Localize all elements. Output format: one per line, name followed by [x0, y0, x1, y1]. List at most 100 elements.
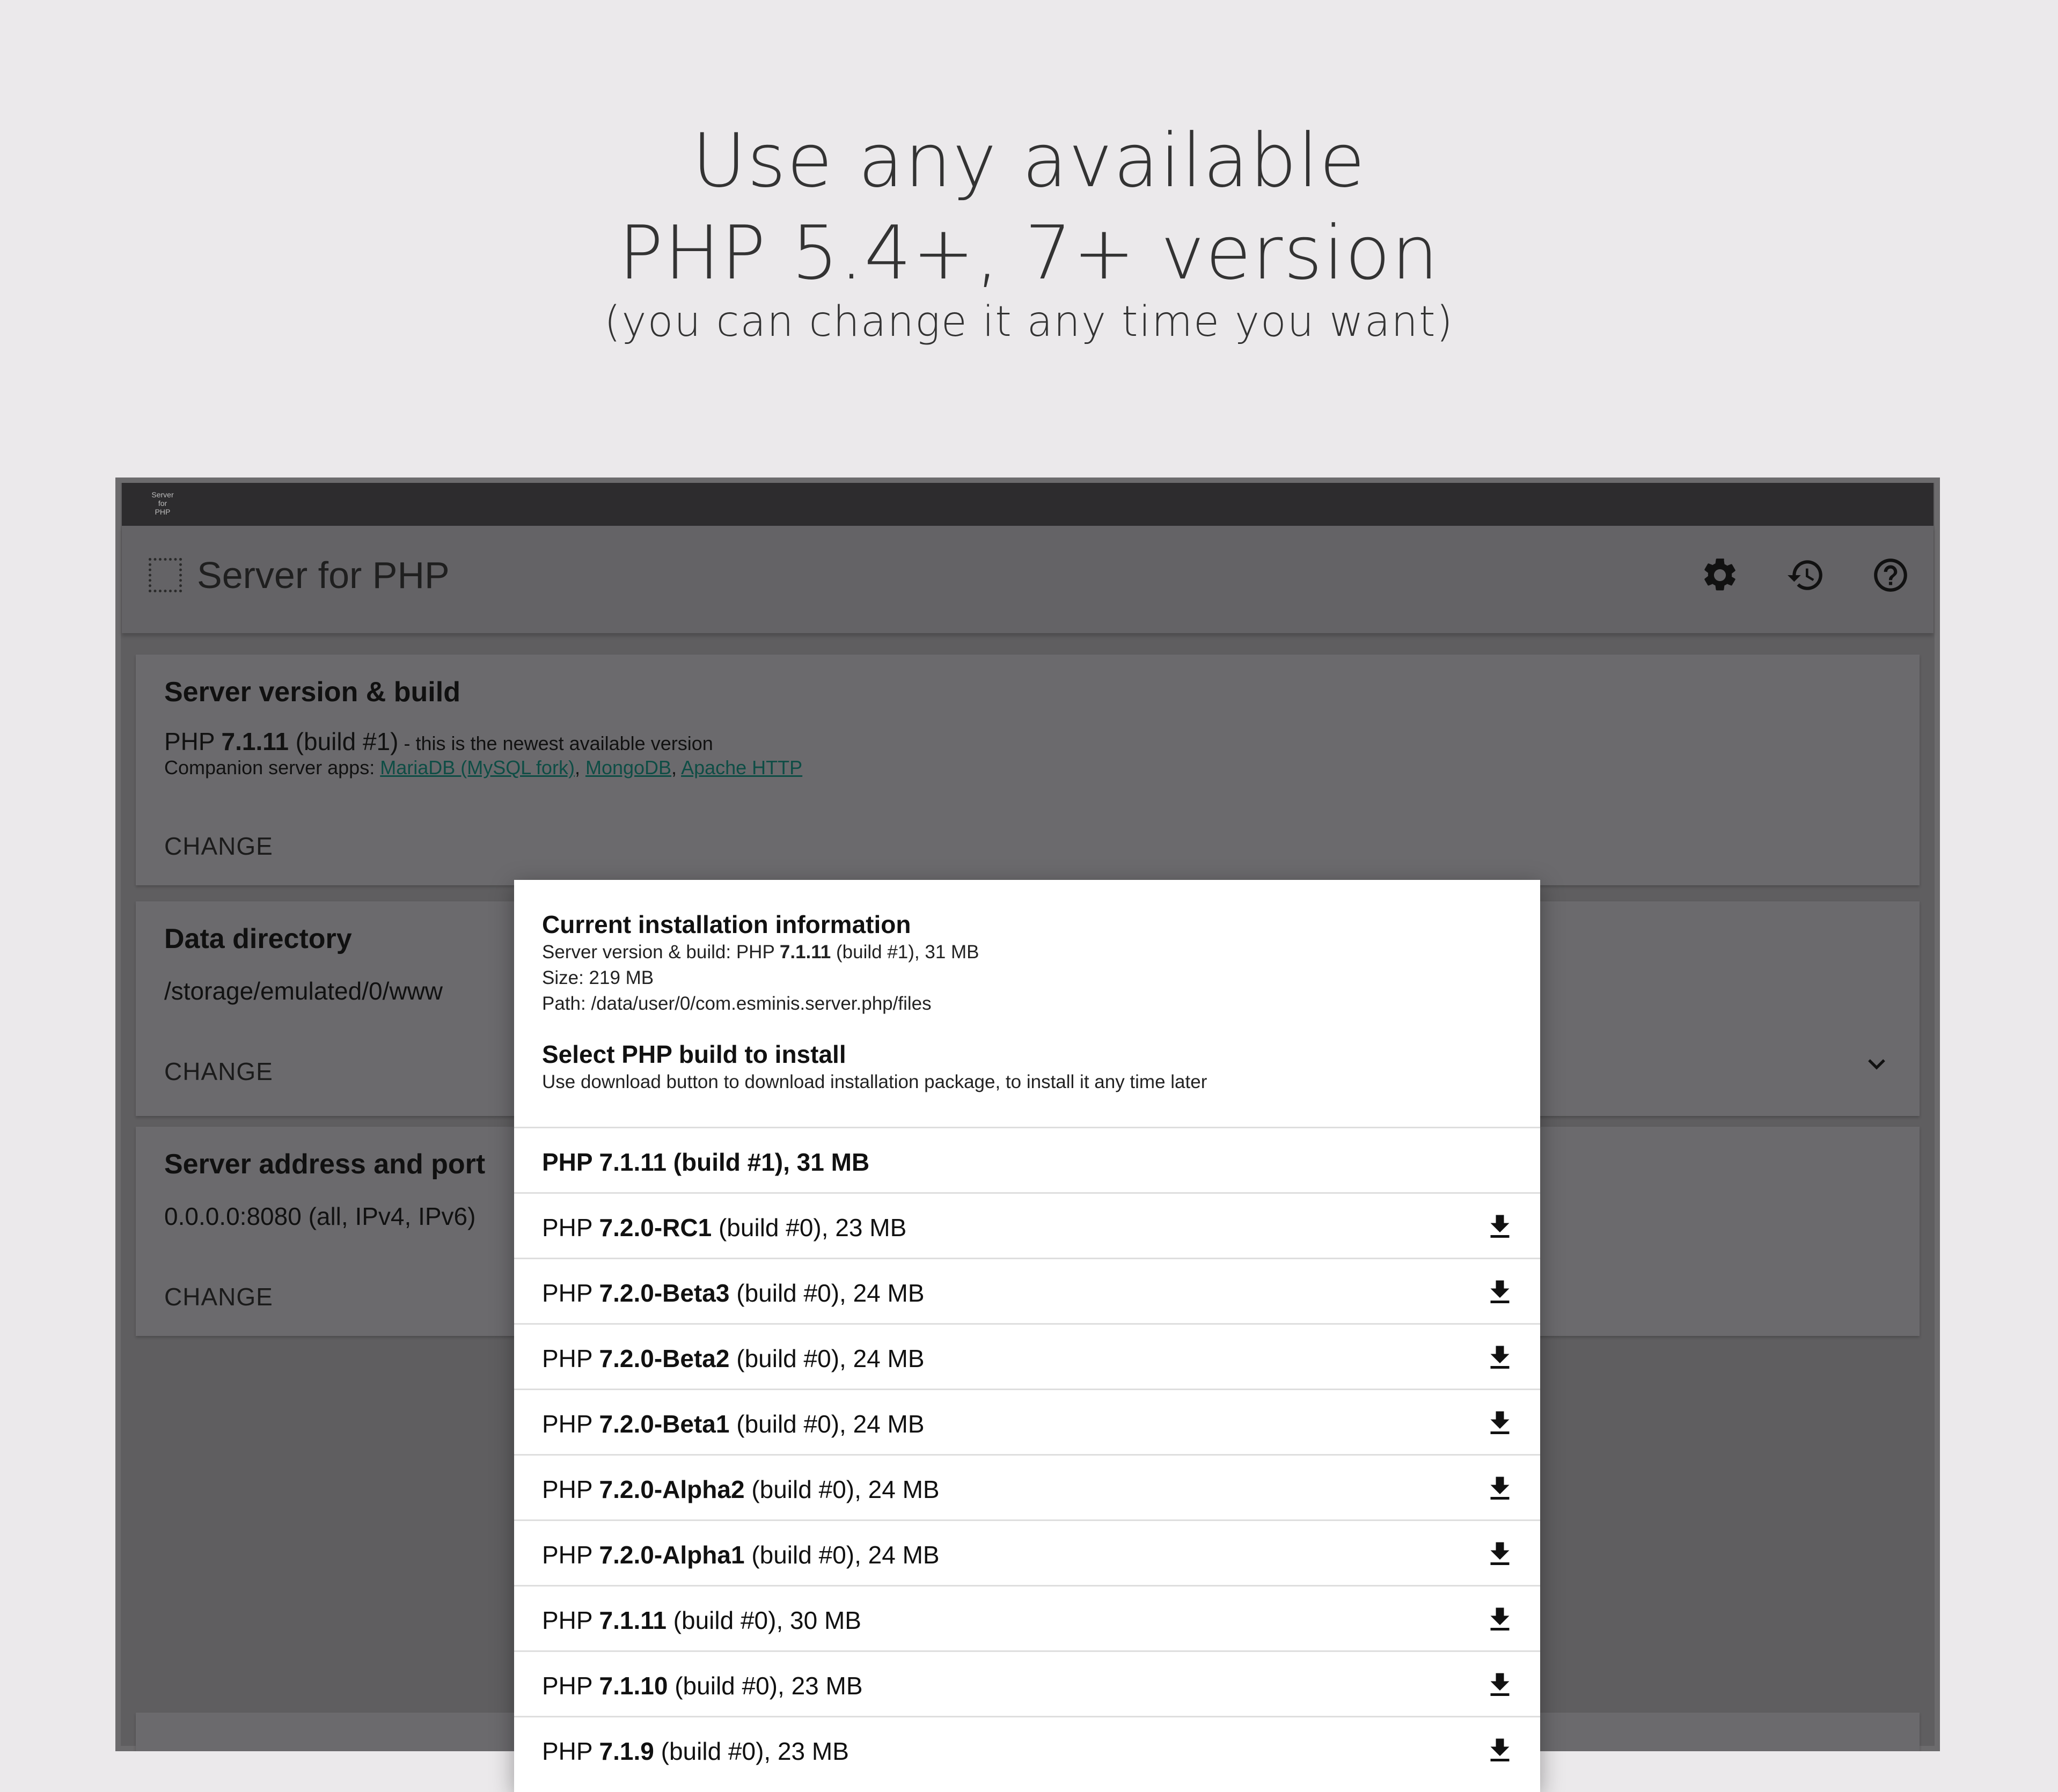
- server-version-line: PHP 7.1.11 (build #1) - this is the newe…: [164, 727, 713, 756]
- build-version: 7.1.11: [599, 1606, 667, 1634]
- build-suffix: (build #0), 24 MB: [729, 1279, 925, 1307]
- build-label: PHP 7.1.9 (build #0), 23 MB: [542, 1737, 849, 1766]
- chevron-down-icon[interactable]: [1864, 1052, 1889, 1077]
- promo-headline-line2: PHP 5.4+, 7+ version: [618, 210, 1440, 296]
- build-version: 7.2.0-Beta3: [599, 1279, 730, 1307]
- download-icon[interactable]: [1484, 1276, 1516, 1309]
- download-icon[interactable]: [1484, 1735, 1516, 1767]
- history-icon[interactable]: [1783, 553, 1828, 598]
- build-version: 7.2.0-RC1: [599, 1214, 712, 1242]
- build-label: PHP 7.2.0-Alpha2 (build #0), 24 MB: [542, 1475, 940, 1504]
- app-title: Server for PHP: [197, 554, 450, 596]
- php-version: 7.1.11: [221, 728, 289, 755]
- companion-prefix: Companion server apps:: [164, 757, 380, 779]
- status-bar: Server for PHP: [122, 483, 1934, 526]
- status-bar-app-logo: Server for PHP: [148, 490, 178, 520]
- promo-headline-line1: Use any available: [692, 117, 1366, 204]
- build-list-item[interactable]: PHP 7.1.11 (build #1), 31 MB: [514, 1127, 1540, 1194]
- link-mariadb[interactable]: MariaDB (MySQL fork): [380, 757, 575, 779]
- download-icon[interactable]: [1484, 1211, 1516, 1243]
- settings-gear-icon[interactable]: [1697, 553, 1742, 598]
- build-prefix: PHP: [542, 1606, 599, 1634]
- build-version: 7.1.10: [599, 1672, 668, 1700]
- build-list-item[interactable]: PHP 7.2.0-Alpha1 (build #0), 24 MB: [514, 1519, 1540, 1587]
- build-label: PHP 7.2.0-Beta3 (build #0), 24 MB: [542, 1279, 925, 1308]
- php-build: (build #1): [288, 728, 399, 755]
- build-version: 7.2.0-Alpha2: [599, 1475, 745, 1503]
- server-version-card: Server version & build PHP 7.1.11 (build…: [136, 655, 1920, 885]
- build-label: PHP 7.1.11 (build #1), 31 MB: [542, 1148, 869, 1177]
- logo-line: Server: [151, 490, 174, 499]
- change-server-version-button[interactable]: CHANGE: [164, 832, 273, 861]
- build-list-item[interactable]: PHP 7.2.0-Beta2 (build #0), 24 MB: [514, 1323, 1540, 1390]
- build-prefix: PHP: [542, 1737, 599, 1765]
- current-build-version: 7.1.11: [779, 942, 831, 963]
- build-prefix: PHP: [542, 1148, 599, 1176]
- current-path-info: Path: /data/user/0/com.esminis.server.ph…: [542, 993, 932, 1014]
- current-build-info: Server version & build: PHP 7.1.11 (buil…: [542, 939, 1512, 965]
- build-list-item[interactable]: PHP 7.1.10 (build #0), 23 MB: [514, 1650, 1540, 1717]
- dialog-header: Current installation information Server …: [542, 909, 1512, 1095]
- build-list-item[interactable]: PHP 7.2.0-RC1 (build #0), 23 MB: [514, 1192, 1540, 1259]
- download-icon[interactable]: [1484, 1342, 1516, 1374]
- download-icon[interactable]: [1484, 1669, 1516, 1701]
- logo-line: for: [158, 499, 167, 508]
- build-suffix: (build #0), 24 MB: [729, 1345, 925, 1372]
- current-build-prefix: Server version & build: PHP: [542, 942, 780, 963]
- build-version: 7.2.0-Alpha1: [599, 1541, 745, 1569]
- build-prefix: PHP: [542, 1410, 599, 1438]
- select-build-title: Select PHP build to install: [542, 1040, 846, 1068]
- build-prefix: PHP: [542, 1672, 599, 1700]
- build-suffix: (build #0), 23 MB: [712, 1214, 907, 1242]
- app-bar: Server for PHP: [122, 526, 1934, 633]
- companion-apps-line: Companion server apps: MariaDB (MySQL fo…: [164, 757, 802, 779]
- data-directory-value: /storage/emulated/0/www: [164, 977, 443, 1005]
- build-suffix: (build #0), 23 MB: [668, 1672, 863, 1700]
- php-build-dialog: Current installation information Server …: [514, 880, 1540, 1792]
- build-label: PHP 7.1.11 (build #0), 30 MB: [542, 1606, 861, 1635]
- build-suffix: (build #0), 24 MB: [744, 1475, 940, 1503]
- separator: ,: [574, 757, 585, 779]
- current-build-suffix: (build #1), 31 MB: [831, 942, 979, 963]
- logo-line: PHP: [155, 508, 171, 516]
- build-list-item[interactable]: PHP 7.2.0-Beta3 (build #0), 24 MB: [514, 1258, 1540, 1325]
- php-prefix: PHP: [164, 728, 222, 755]
- build-list-item[interactable]: PHP 7.1.9 (build #0), 23 MB: [514, 1716, 1540, 1783]
- build-prefix: PHP: [542, 1541, 599, 1569]
- help-icon[interactable]: [1868, 553, 1913, 598]
- select-build-hint: Use download button to download installa…: [542, 1071, 1207, 1092]
- build-label: PHP 7.2.0-RC1 (build #0), 23 MB: [542, 1213, 906, 1242]
- download-icon[interactable]: [1484, 1538, 1516, 1570]
- separator: ,: [671, 757, 682, 779]
- build-suffix: (build #1), 31 MB: [666, 1148, 870, 1176]
- build-label: PHP 7.1.10 (build #0), 23 MB: [542, 1671, 863, 1700]
- build-prefix: PHP: [542, 1214, 599, 1242]
- current-installation-title: Current installation information: [542, 910, 911, 938]
- build-list-item[interactable]: PHP 7.2.0-Alpha2 (build #0), 24 MB: [514, 1454, 1540, 1521]
- build-list-item[interactable]: PHP 7.1.11 (build #0), 30 MB: [514, 1585, 1540, 1652]
- build-version: 7.1.9: [599, 1737, 654, 1765]
- data-directory-title: Data directory: [164, 923, 352, 954]
- download-icon[interactable]: [1484, 1604, 1516, 1636]
- build-list-item[interactable]: PHP 7.2.0-Beta1 (build #0), 24 MB: [514, 1389, 1540, 1456]
- link-mongodb[interactable]: MongoDB: [585, 757, 671, 779]
- build-prefix: PHP: [542, 1345, 599, 1372]
- build-suffix: (build #0), 23 MB: [654, 1737, 849, 1765]
- change-data-directory-button[interactable]: CHANGE: [164, 1057, 273, 1086]
- build-suffix: (build #0), 24 MB: [744, 1541, 940, 1569]
- download-icon[interactable]: [1484, 1473, 1516, 1505]
- promo-subheadline: (you can change it any time you want): [604, 298, 1454, 346]
- build-suffix: (build #0), 24 MB: [729, 1410, 925, 1438]
- change-server-address-button[interactable]: CHANGE: [164, 1282, 273, 1311]
- build-prefix: PHP: [542, 1475, 599, 1503]
- link-apache-http[interactable]: Apache HTTP: [681, 757, 802, 779]
- server-address-value: 0.0.0.0:8080 (all, IPv4, IPv6): [164, 1202, 476, 1230]
- server-address-title: Server address and port: [164, 1149, 486, 1180]
- app-logo-icon: [149, 558, 182, 592]
- build-version: 7.2.0-Beta1: [599, 1410, 730, 1438]
- download-icon[interactable]: [1484, 1407, 1516, 1440]
- server-version-title: Server version & build: [164, 677, 460, 708]
- build-label: PHP 7.2.0-Beta1 (build #0), 24 MB: [542, 1409, 925, 1438]
- build-label: PHP 7.2.0-Beta2 (build #0), 24 MB: [542, 1344, 925, 1373]
- newest-version-note: - this is the newest available version: [398, 732, 713, 754]
